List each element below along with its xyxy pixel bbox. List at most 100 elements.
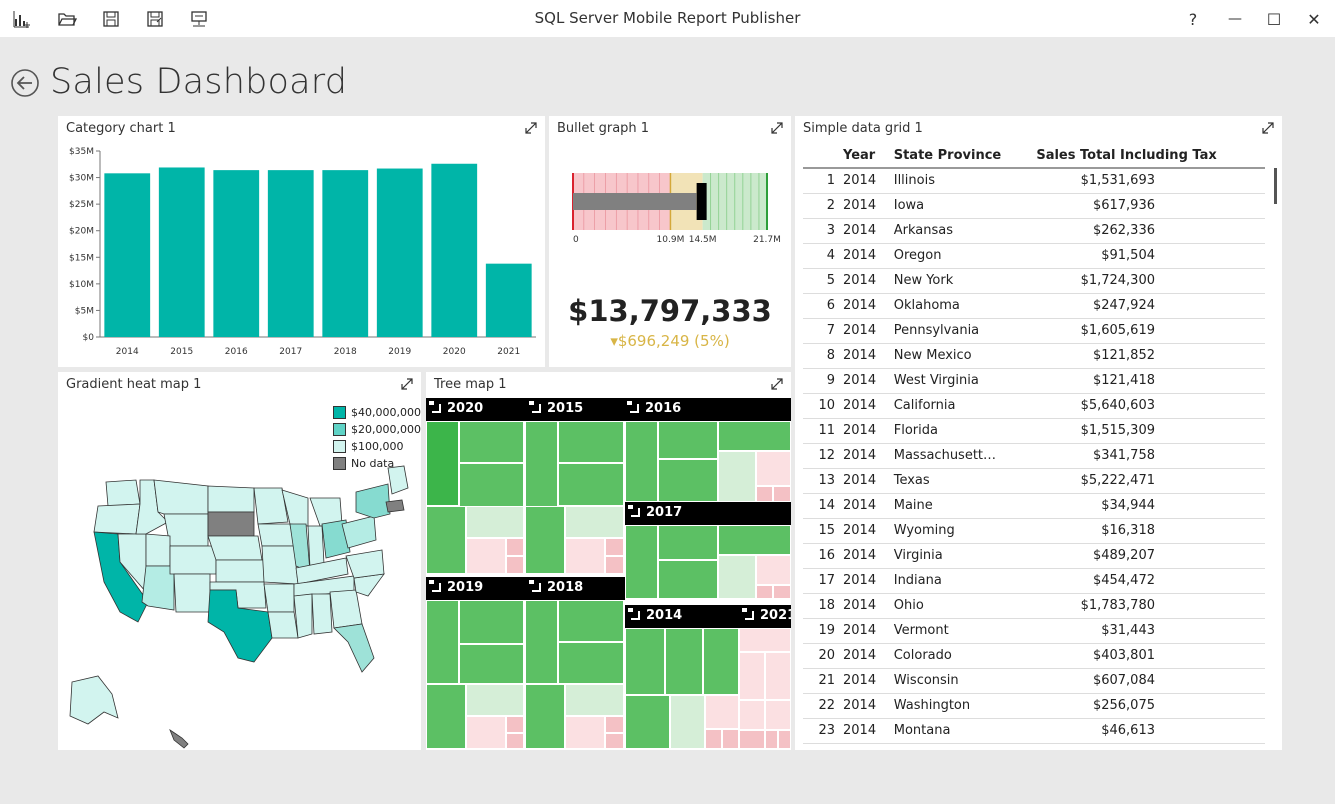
- tree-map-tile[interactable]: [525, 506, 565, 574]
- tree-map-tile[interactable]: [658, 459, 718, 502]
- tree-map-tile[interactable]: [506, 733, 524, 749]
- tree-map-tile[interactable]: [558, 600, 624, 642]
- table-row[interactable]: 13 2014 Texas $5,222,471: [803, 468, 1265, 494]
- column-header[interactable]: Sales Total Including Tax: [1032, 144, 1265, 169]
- expand-icon[interactable]: [401, 378, 413, 390]
- tree-map-tile[interactable]: [525, 421, 558, 516]
- tree-map-tile[interactable]: [565, 538, 605, 574]
- tree-map-tile[interactable]: [718, 525, 791, 555]
- close-button[interactable]: ✕: [1299, 6, 1329, 32]
- tree-map-tile[interactable]: [565, 716, 605, 749]
- tree-map-tile[interactable]: [756, 555, 791, 585]
- tree-map-tile[interactable]: [565, 506, 624, 538]
- table-row[interactable]: 15 2014 Wyoming $16,318: [803, 518, 1265, 544]
- table-row[interactable]: 3 2014 Arkansas $262,336: [803, 218, 1265, 244]
- tree-map-tile[interactable]: [466, 716, 506, 749]
- tree-map-tile[interactable]: [756, 486, 773, 502]
- tree-map-tile[interactable]: [506, 716, 524, 733]
- table-row[interactable]: 10 2014 California $5,640,603: [803, 393, 1265, 419]
- tree-map-tile[interactable]: [670, 695, 705, 749]
- tree-map-tile[interactable]: [718, 555, 756, 599]
- tree-map-tile[interactable]: [703, 628, 739, 695]
- tree-map-tile[interactable]: [558, 642, 624, 684]
- back-arrow-icon[interactable]: [10, 68, 40, 98]
- tree-map-tile[interactable]: [665, 628, 703, 695]
- tree-map-tile[interactable]: [565, 684, 624, 716]
- table-row[interactable]: 9 2014 West Virginia $121,418: [803, 368, 1265, 394]
- tree-map-tile[interactable]: [739, 628, 791, 652]
- help-button[interactable]: ?: [1178, 6, 1208, 32]
- tree-map-tile[interactable]: [605, 716, 624, 733]
- table-row[interactable]: 22 2014 Washington $256,075: [803, 693, 1265, 719]
- tree-map-tile[interactable]: [466, 506, 524, 538]
- tree-map-tile[interactable]: [558, 463, 624, 506]
- tree-map-tile[interactable]: [525, 684, 565, 749]
- table-row[interactable]: 21 2014 Wisconsin $607,084: [803, 668, 1265, 694]
- tree-map-tile[interactable]: [658, 421, 718, 459]
- tree-map-tile[interactable]: [625, 695, 670, 749]
- table-row[interactable]: 6 2014 Oklahoma $247,924: [803, 293, 1265, 319]
- tree-map-tile[interactable]: [426, 421, 459, 506]
- us-map[interactable]: [58, 462, 421, 762]
- tree-map[interactable]: 2020 2015 2016 2017 2019 2018 2014 2021: [426, 398, 791, 750]
- tree-map-tile[interactable]: [718, 421, 791, 451]
- table-row[interactable]: 8 2014 New Mexico $121,852: [803, 343, 1265, 369]
- tree-map-tile[interactable]: [625, 525, 658, 599]
- tree-map-tile[interactable]: [739, 730, 765, 749]
- tree-map-tile[interactable]: [459, 463, 524, 507]
- scrollbar-thumb[interactable]: [1274, 168, 1277, 204]
- tree-map-tile[interactable]: [625, 421, 658, 502]
- expand-icon[interactable]: [1262, 122, 1274, 134]
- table-row[interactable]: 20 2014 Colorado $403,801: [803, 643, 1265, 669]
- expand-icon[interactable]: [771, 378, 783, 390]
- tree-map-tile[interactable]: [466, 684, 524, 716]
- table-row[interactable]: 19 2014 Vermont $31,443: [803, 618, 1265, 644]
- tree-map-tile[interactable]: [773, 486, 791, 502]
- tree-map-tile[interactable]: [765, 652, 791, 700]
- tree-map-tile[interactable]: [739, 652, 765, 700]
- column-header[interactable]: State Province: [889, 144, 1033, 169]
- tree-map-tile[interactable]: [426, 684, 466, 749]
- tree-map-tile[interactable]: [558, 421, 624, 463]
- tree-map-tile[interactable]: [718, 451, 756, 502]
- table-row[interactable]: 23 2014 Montana $46,613: [803, 718, 1265, 744]
- tree-map-tile[interactable]: [705, 729, 722, 749]
- tree-map-tile[interactable]: [459, 600, 524, 644]
- table-row[interactable]: 12 2014 Massachusett… $341,758: [803, 443, 1265, 469]
- tree-map-tile[interactable]: [605, 556, 624, 574]
- table-row[interactable]: 1 2014 Illinois $1,531,693: [803, 168, 1265, 194]
- column-header[interactable]: [803, 144, 839, 169]
- tree-map-tile[interactable]: [739, 700, 765, 730]
- tree-map-group-header[interactable]: 2017: [625, 502, 791, 525]
- table-row[interactable]: 14 2014 Maine $34,944: [803, 493, 1265, 519]
- tree-map-tile[interactable]: [426, 600, 459, 684]
- tree-map-group-header[interactable]: 2014 2021: [625, 605, 791, 628]
- tree-map-tile[interactable]: [605, 538, 624, 556]
- minimize-button[interactable]: —: [1220, 6, 1250, 32]
- tree-map-tile[interactable]: [705, 695, 739, 729]
- tree-map-tile[interactable]: [756, 585, 773, 599]
- table-row[interactable]: 11 2014 Florida $1,515,309: [803, 418, 1265, 444]
- tree-map-tile[interactable]: [506, 556, 524, 574]
- table-row[interactable]: 4 2014 Oregon $91,504: [803, 243, 1265, 269]
- tree-map-tile[interactable]: [506, 538, 524, 556]
- tree-map-tile[interactable]: [765, 730, 778, 749]
- tree-map-tile[interactable]: [466, 538, 506, 574]
- maximize-button[interactable]: ☐: [1259, 6, 1289, 32]
- tree-map-tile[interactable]: [625, 628, 665, 695]
- expand-icon[interactable]: [771, 122, 783, 134]
- tree-map-tile[interactable]: [426, 506, 466, 574]
- tree-map-tile[interactable]: [658, 525, 718, 560]
- tree-map-tile[interactable]: [605, 733, 624, 749]
- tree-map-group-header[interactable]: 2020 2015 2016: [426, 398, 791, 421]
- tree-map-tile[interactable]: [722, 729, 739, 749]
- tree-map-tile[interactable]: [756, 451, 791, 486]
- table-row[interactable]: 17 2014 Indiana $454,472: [803, 568, 1265, 594]
- column-header[interactable]: Year: [839, 144, 890, 169]
- table-row[interactable]: 7 2014 Pennsylvania $1,605,619: [803, 318, 1265, 344]
- table-row[interactable]: 2 2014 Iowa $617,936: [803, 193, 1265, 219]
- tree-map-tile[interactable]: [658, 560, 718, 599]
- tree-map-tile[interactable]: [765, 700, 791, 730]
- tree-map-tile[interactable]: [778, 730, 791, 749]
- table-row[interactable]: 5 2014 New York $1,724,300: [803, 268, 1265, 294]
